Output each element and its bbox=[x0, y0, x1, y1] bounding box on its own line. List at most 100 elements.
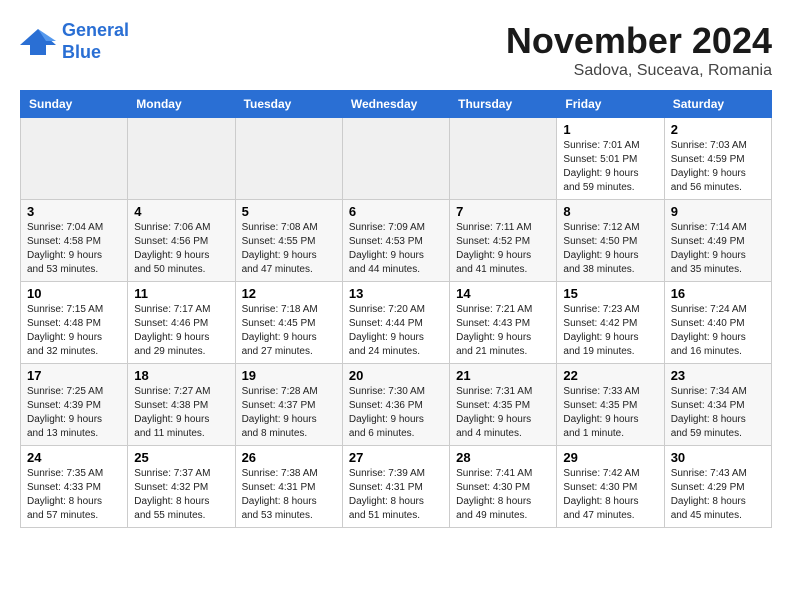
logo-icon bbox=[20, 27, 56, 57]
day-info: Sunrise: 7:04 AM Sunset: 4:58 PM Dayligh… bbox=[27, 221, 121, 277]
day-info: Sunrise: 7:35 AM Sunset: 4:33 PM Dayligh… bbox=[27, 467, 121, 523]
day-cell: 28 Sunrise: 7:41 AM Sunset: 4:30 PM Dayli… bbox=[450, 446, 557, 528]
day-number: 5 bbox=[242, 204, 336, 219]
day-number: 3 bbox=[27, 204, 121, 219]
week-row-5: 24 Sunrise: 7:35 AM Sunset: 4:33 PM Dayli… bbox=[21, 446, 772, 528]
day-cell: 30Sunrise: 7:43 AM Sunset: 4:29 PM Dayli… bbox=[664, 446, 771, 528]
week-row-3: 10 Sunrise: 7:15 AM Sunset: 4:48 PM Dayli… bbox=[21, 282, 772, 364]
day-info: Sunrise: 7:33 AM Sunset: 4:35 PM Dayligh… bbox=[563, 385, 657, 441]
day-info: Sunrise: 7:01 AM Sunset: 5:01 PM Dayligh… bbox=[563, 139, 657, 195]
day-cell: 20 Sunrise: 7:30 AM Sunset: 4:36 PM Dayli… bbox=[342, 364, 449, 446]
day-info: Sunrise: 7:43 AM Sunset: 4:29 PM Dayligh… bbox=[671, 467, 765, 523]
day-cell: 14Sunrise: 7:21 AM Sunset: 4:43 PM Dayli… bbox=[450, 282, 557, 364]
day-info: Sunrise: 7:12 AM Sunset: 4:50 PM Dayligh… bbox=[563, 221, 657, 277]
day-info: Sunrise: 7:39 AM Sunset: 4:31 PM Dayligh… bbox=[349, 467, 443, 523]
day-number: 4 bbox=[134, 204, 228, 219]
day-cell: 9Sunrise: 7:14 AM Sunset: 4:49 PM Daylig… bbox=[664, 200, 771, 282]
weekday-header-sunday: Sunday bbox=[21, 91, 128, 118]
day-info: Sunrise: 7:37 AM Sunset: 4:32 PM Dayligh… bbox=[134, 467, 228, 523]
day-number: 2 bbox=[671, 122, 765, 137]
day-info: Sunrise: 7:18 AM Sunset: 4:45 PM Dayligh… bbox=[242, 303, 336, 359]
week-row-4: 17Sunrise: 7:25 AM Sunset: 4:39 PM Dayli… bbox=[21, 364, 772, 446]
header: General Blue November 2024 Sadova, Sucea… bbox=[20, 20, 772, 80]
weekday-header-friday: Friday bbox=[557, 91, 664, 118]
day-cell: 29Sunrise: 7:42 AM Sunset: 4:30 PM Dayli… bbox=[557, 446, 664, 528]
day-number: 1 bbox=[563, 122, 657, 137]
day-number: 14 bbox=[456, 286, 550, 301]
day-cell: 25 Sunrise: 7:37 AM Sunset: 4:32 PM Dayli… bbox=[128, 446, 235, 528]
day-number: 12 bbox=[242, 286, 336, 301]
day-info: Sunrise: 7:08 AM Sunset: 4:55 PM Dayligh… bbox=[242, 221, 336, 277]
day-cell: 10 Sunrise: 7:15 AM Sunset: 4:48 PM Dayli… bbox=[21, 282, 128, 364]
day-info: Sunrise: 7:28 AM Sunset: 4:37 PM Dayligh… bbox=[242, 385, 336, 441]
day-number: 25 bbox=[134, 450, 228, 465]
day-number: 28 bbox=[456, 450, 550, 465]
day-cell: 23 Sunrise: 7:34 AM Sunset: 4:34 PM Dayli… bbox=[664, 364, 771, 446]
day-number: 6 bbox=[349, 204, 443, 219]
day-number: 27 bbox=[349, 450, 443, 465]
day-info: Sunrise: 7:03 AM Sunset: 4:59 PM Dayligh… bbox=[671, 139, 765, 195]
logo-line2: Blue bbox=[62, 42, 129, 64]
day-number: 13 bbox=[349, 286, 443, 301]
week-row-2: 3 Sunrise: 7:04 AM Sunset: 4:58 PM Daylig… bbox=[21, 200, 772, 282]
day-cell bbox=[128, 118, 235, 200]
day-number: 8 bbox=[563, 204, 657, 219]
day-cell: 26 Sunrise: 7:38 AM Sunset: 4:31 PM Dayli… bbox=[235, 446, 342, 528]
day-number: 23 bbox=[671, 368, 765, 383]
day-cell bbox=[235, 118, 342, 200]
day-cell: 2 Sunrise: 7:03 AM Sunset: 4:59 PM Daylig… bbox=[664, 118, 771, 200]
day-info: Sunrise: 7:41 AM Sunset: 4:30 PM Dayligh… bbox=[456, 467, 550, 523]
day-number: 15 bbox=[563, 286, 657, 301]
day-info: Sunrise: 7:15 AM Sunset: 4:48 PM Dayligh… bbox=[27, 303, 121, 359]
day-cell: 6 Sunrise: 7:09 AM Sunset: 4:53 PM Daylig… bbox=[342, 200, 449, 282]
day-info: Sunrise: 7:09 AM Sunset: 4:53 PM Dayligh… bbox=[349, 221, 443, 277]
day-cell: 8 Sunrise: 7:12 AM Sunset: 4:50 PM Daylig… bbox=[557, 200, 664, 282]
day-cell bbox=[450, 118, 557, 200]
day-cell: 21 Sunrise: 7:31 AM Sunset: 4:35 PM Dayli… bbox=[450, 364, 557, 446]
day-info: Sunrise: 7:34 AM Sunset: 4:34 PM Dayligh… bbox=[671, 385, 765, 441]
day-cell: 3 Sunrise: 7:04 AM Sunset: 4:58 PM Daylig… bbox=[21, 200, 128, 282]
day-number: 17 bbox=[27, 368, 121, 383]
day-number: 21 bbox=[456, 368, 550, 383]
day-cell: 18 Sunrise: 7:27 AM Sunset: 4:38 PM Dayli… bbox=[128, 364, 235, 446]
logo-text: General Blue bbox=[62, 20, 129, 63]
day-number: 26 bbox=[242, 450, 336, 465]
day-cell: 12 Sunrise: 7:18 AM Sunset: 4:45 PM Dayli… bbox=[235, 282, 342, 364]
day-number: 18 bbox=[134, 368, 228, 383]
day-cell: 13 Sunrise: 7:20 AM Sunset: 4:44 PM Dayli… bbox=[342, 282, 449, 364]
day-info: Sunrise: 7:11 AM Sunset: 4:52 PM Dayligh… bbox=[456, 221, 550, 277]
day-cell: 15 Sunrise: 7:23 AM Sunset: 4:42 PM Dayli… bbox=[557, 282, 664, 364]
day-number: 20 bbox=[349, 368, 443, 383]
day-cell: 17Sunrise: 7:25 AM Sunset: 4:39 PM Dayli… bbox=[21, 364, 128, 446]
day-info: Sunrise: 7:38 AM Sunset: 4:31 PM Dayligh… bbox=[242, 467, 336, 523]
day-cell: 5 Sunrise: 7:08 AM Sunset: 4:55 PM Daylig… bbox=[235, 200, 342, 282]
day-info: Sunrise: 7:30 AM Sunset: 4:36 PM Dayligh… bbox=[349, 385, 443, 441]
weekday-header-monday: Monday bbox=[128, 91, 235, 118]
day-cell: 19Sunrise: 7:28 AM Sunset: 4:37 PM Dayli… bbox=[235, 364, 342, 446]
day-number: 22 bbox=[563, 368, 657, 383]
day-info: Sunrise: 7:17 AM Sunset: 4:46 PM Dayligh… bbox=[134, 303, 228, 359]
weekday-header-saturday: Saturday bbox=[664, 91, 771, 118]
logo: General Blue bbox=[20, 20, 129, 63]
day-number: 29 bbox=[563, 450, 657, 465]
day-cell: 11 Sunrise: 7:17 AM Sunset: 4:46 PM Dayli… bbox=[128, 282, 235, 364]
day-cell: 22 Sunrise: 7:33 AM Sunset: 4:35 PM Dayli… bbox=[557, 364, 664, 446]
day-number: 24 bbox=[27, 450, 121, 465]
day-cell: 27 Sunrise: 7:39 AM Sunset: 4:31 PM Dayli… bbox=[342, 446, 449, 528]
day-info: Sunrise: 7:20 AM Sunset: 4:44 PM Dayligh… bbox=[349, 303, 443, 359]
week-row-1: 1 Sunrise: 7:01 AM Sunset: 5:01 PM Daylig… bbox=[21, 118, 772, 200]
title-section: November 2024 Sadova, Suceava, Romania bbox=[506, 20, 772, 80]
day-cell: 1 Sunrise: 7:01 AM Sunset: 5:01 PM Daylig… bbox=[557, 118, 664, 200]
location-title: Sadova, Suceava, Romania bbox=[506, 62, 772, 80]
day-number: 11 bbox=[134, 286, 228, 301]
day-cell bbox=[21, 118, 128, 200]
day-info: Sunrise: 7:27 AM Sunset: 4:38 PM Dayligh… bbox=[134, 385, 228, 441]
weekday-header-tuesday: Tuesday bbox=[235, 91, 342, 118]
day-cell: 24 Sunrise: 7:35 AM Sunset: 4:33 PM Dayli… bbox=[21, 446, 128, 528]
weekday-header-wednesday: Wednesday bbox=[342, 91, 449, 118]
calendar-table: SundayMondayTuesdayWednesdayThursdayFrid… bbox=[20, 90, 772, 528]
weekday-header-row: SundayMondayTuesdayWednesdayThursdayFrid… bbox=[21, 91, 772, 118]
day-number: 10 bbox=[27, 286, 121, 301]
day-info: Sunrise: 7:31 AM Sunset: 4:35 PM Dayligh… bbox=[456, 385, 550, 441]
day-info: Sunrise: 7:23 AM Sunset: 4:42 PM Dayligh… bbox=[563, 303, 657, 359]
